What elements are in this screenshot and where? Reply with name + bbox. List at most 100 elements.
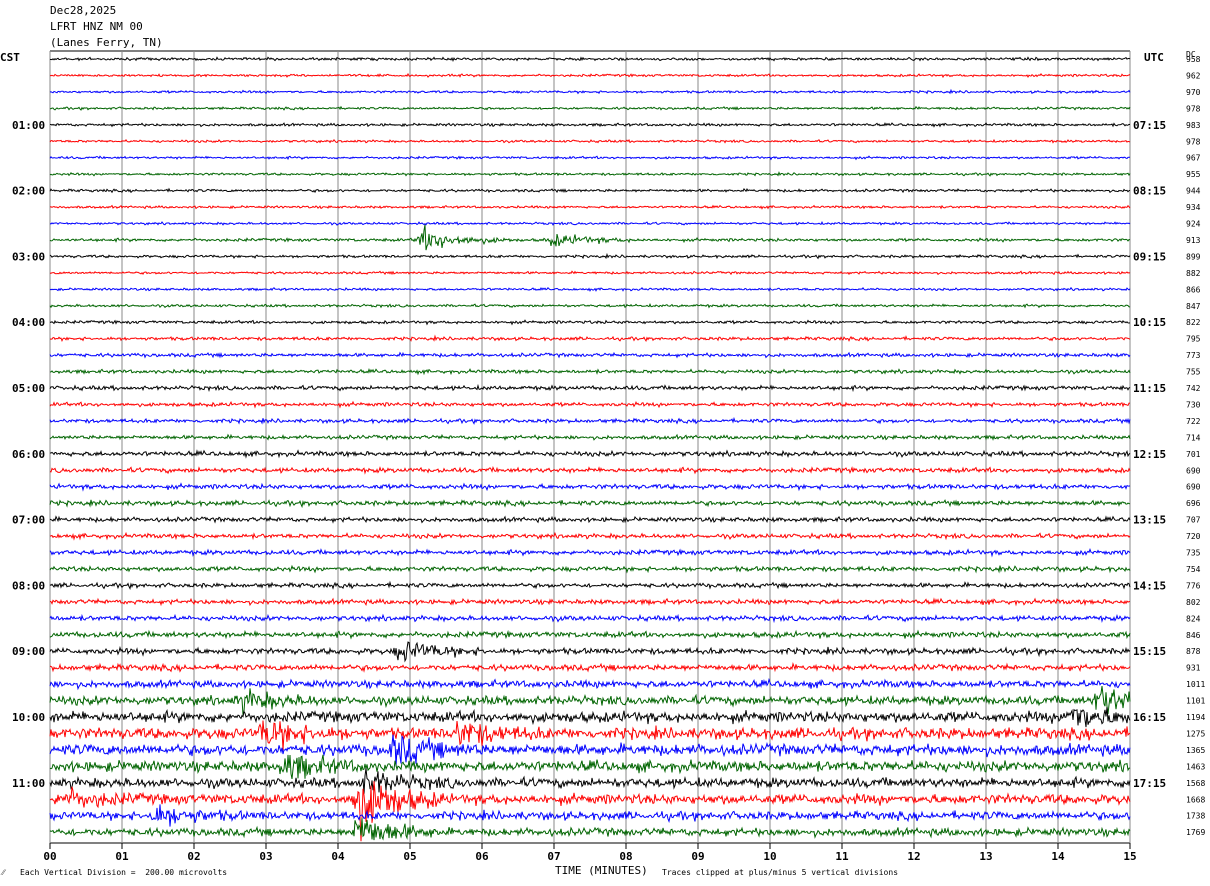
- x-tick-label: 13: [979, 850, 992, 863]
- seismic-trace-black: [49, 319, 1131, 326]
- dc-offset-label: 913: [1186, 236, 1201, 245]
- dc-offset-label: 730: [1186, 400, 1201, 409]
- seismic-trace-red: [49, 270, 1131, 276]
- dc-offset-label: 1101: [1186, 697, 1205, 706]
- x-tick-label: 07: [547, 850, 560, 863]
- right-hour-label: 15:15: [1133, 645, 1166, 658]
- header-station: LFRT HNZ NM 00: [50, 20, 143, 33]
- x-tick-label: 12: [907, 850, 920, 863]
- dc-offset-label: 934: [1186, 203, 1201, 212]
- dc-offset-label: 962: [1186, 71, 1201, 80]
- right-hour-label: 10:15: [1133, 316, 1166, 329]
- right-hour-label: 09:15: [1133, 250, 1166, 263]
- left-hour-label: 02:00: [12, 185, 45, 198]
- right-hour-label: 13:15: [1133, 514, 1166, 527]
- dc-offset-label: 955: [1186, 170, 1201, 179]
- dc-offset-label: 866: [1186, 285, 1201, 294]
- right-hour-label: 12:15: [1133, 448, 1166, 461]
- seismic-trace-black: [49, 449, 1131, 459]
- clip-note: Traces clipped at plus/minus 5 vertical …: [662, 868, 899, 877]
- dc-column-label: DC: [1186, 50, 1196, 59]
- left-hour-label: 05:00: [12, 382, 45, 395]
- dc-offset-label: 720: [1186, 532, 1201, 541]
- right-hour-label: 07:15: [1133, 119, 1166, 132]
- dc-offset-label: 878: [1186, 647, 1201, 656]
- seismic-trace-blue: [49, 88, 1131, 95]
- seismic-trace-green: [49, 224, 1131, 251]
- dc-offset-label: 690: [1186, 466, 1201, 475]
- x-tick-label: 08: [619, 850, 632, 863]
- seismic-trace-blue: [49, 351, 1131, 359]
- seismic-trace-red: [49, 204, 1131, 210]
- seismic-trace-green: [49, 686, 1131, 716]
- dc-offset-label: 755: [1186, 368, 1201, 377]
- dc-offset-label: 714: [1186, 433, 1201, 442]
- left-timezone-label: CST: [0, 51, 20, 64]
- left-hour-label: 04:00: [12, 316, 45, 329]
- seismic-trace-red: [49, 466, 1131, 475]
- seismic-trace-blue: [49, 482, 1131, 492]
- seismic-trace-blue: [49, 221, 1131, 226]
- left-hour-label: 07:00: [12, 514, 45, 527]
- seismic-trace-red: [49, 531, 1131, 541]
- left-hour-label: 01:00: [12, 119, 45, 132]
- left-hour-label: 06:00: [12, 448, 45, 461]
- seismic-trace-black: [49, 707, 1131, 728]
- right-hour-label: 17:15: [1133, 777, 1166, 790]
- x-tick-label: 10: [763, 850, 776, 863]
- seismic-trace-black: [49, 56, 1131, 62]
- seismic-trace-black: [49, 122, 1131, 128]
- dc-offset-label: 931: [1186, 664, 1201, 673]
- dc-offset-label: 696: [1186, 499, 1201, 508]
- dc-offset-label: 1365: [1186, 746, 1205, 755]
- dc-offset-label: 944: [1186, 187, 1201, 196]
- header-location: (Lanes Ferry, TN): [50, 36, 163, 49]
- seismic-trace-blue: [49, 677, 1131, 691]
- dc-offset-label: 1463: [1186, 762, 1205, 771]
- dc-offset-label: 978: [1186, 104, 1201, 113]
- dc-offset-label: 924: [1186, 220, 1201, 229]
- header-date: Dec28,2025: [50, 4, 117, 17]
- scale-note: Each Vertical Division = 200.00 microvol…: [20, 868, 228, 877]
- dc-offset-label: 722: [1186, 417, 1201, 426]
- seismic-trace-blue: [49, 286, 1131, 292]
- left-hour-label: 03:00: [12, 250, 45, 263]
- dc-offset-label: 824: [1186, 614, 1201, 623]
- dc-offset-label: 1568: [1186, 779, 1205, 788]
- dc-offset-label: 1275: [1186, 729, 1205, 738]
- dc-offset-label: 735: [1186, 549, 1201, 558]
- dc-offset-label: 802: [1186, 598, 1201, 607]
- dc-offset-label: 847: [1186, 302, 1201, 311]
- seismic-trace-black: [49, 383, 1131, 393]
- dc-offset-label: 1738: [1186, 812, 1205, 821]
- dc-offset-label: 983: [1186, 121, 1201, 130]
- dc-offset-label: 882: [1186, 269, 1201, 278]
- x-tick-label: 11: [835, 850, 849, 863]
- dc-offset-label: 742: [1186, 384, 1201, 393]
- dc-offset-label: 846: [1186, 631, 1201, 640]
- x-tick-label: 02: [187, 850, 200, 863]
- right-hour-label: 11:15: [1133, 382, 1166, 395]
- seismic-trace-green: [49, 367, 1131, 376]
- dc-offset-label: 690: [1186, 483, 1201, 492]
- seismic-trace-red: [49, 334, 1131, 343]
- seismic-trace-blue: [49, 155, 1130, 161]
- seismic-trace-black: [49, 187, 1131, 194]
- right-hour-label: 08:15: [1133, 185, 1166, 198]
- seismic-trace-black: [49, 580, 1131, 590]
- seismic-trace-red: [49, 72, 1131, 79]
- seismic-trace-blue: [49, 416, 1131, 425]
- dc-offset-label: 707: [1186, 516, 1201, 525]
- seismic-trace-red: [49, 720, 1131, 751]
- dc-offset-label: 1769: [1186, 828, 1205, 837]
- dc-offset-label: 1011: [1186, 680, 1205, 689]
- seismic-trace-black: [49, 768, 1131, 794]
- corner-mark: ⁄⁄: [2, 868, 5, 877]
- dc-offset-label: 970: [1186, 88, 1201, 97]
- dc-offset-label: 1194: [1186, 713, 1205, 722]
- seismic-trace-black: [49, 252, 1131, 260]
- dc-offset-label: 899: [1186, 252, 1201, 261]
- dc-offset-label: 822: [1186, 318, 1201, 327]
- seismic-trace-blue: [49, 613, 1131, 624]
- left-hour-label: 10:00: [12, 711, 45, 724]
